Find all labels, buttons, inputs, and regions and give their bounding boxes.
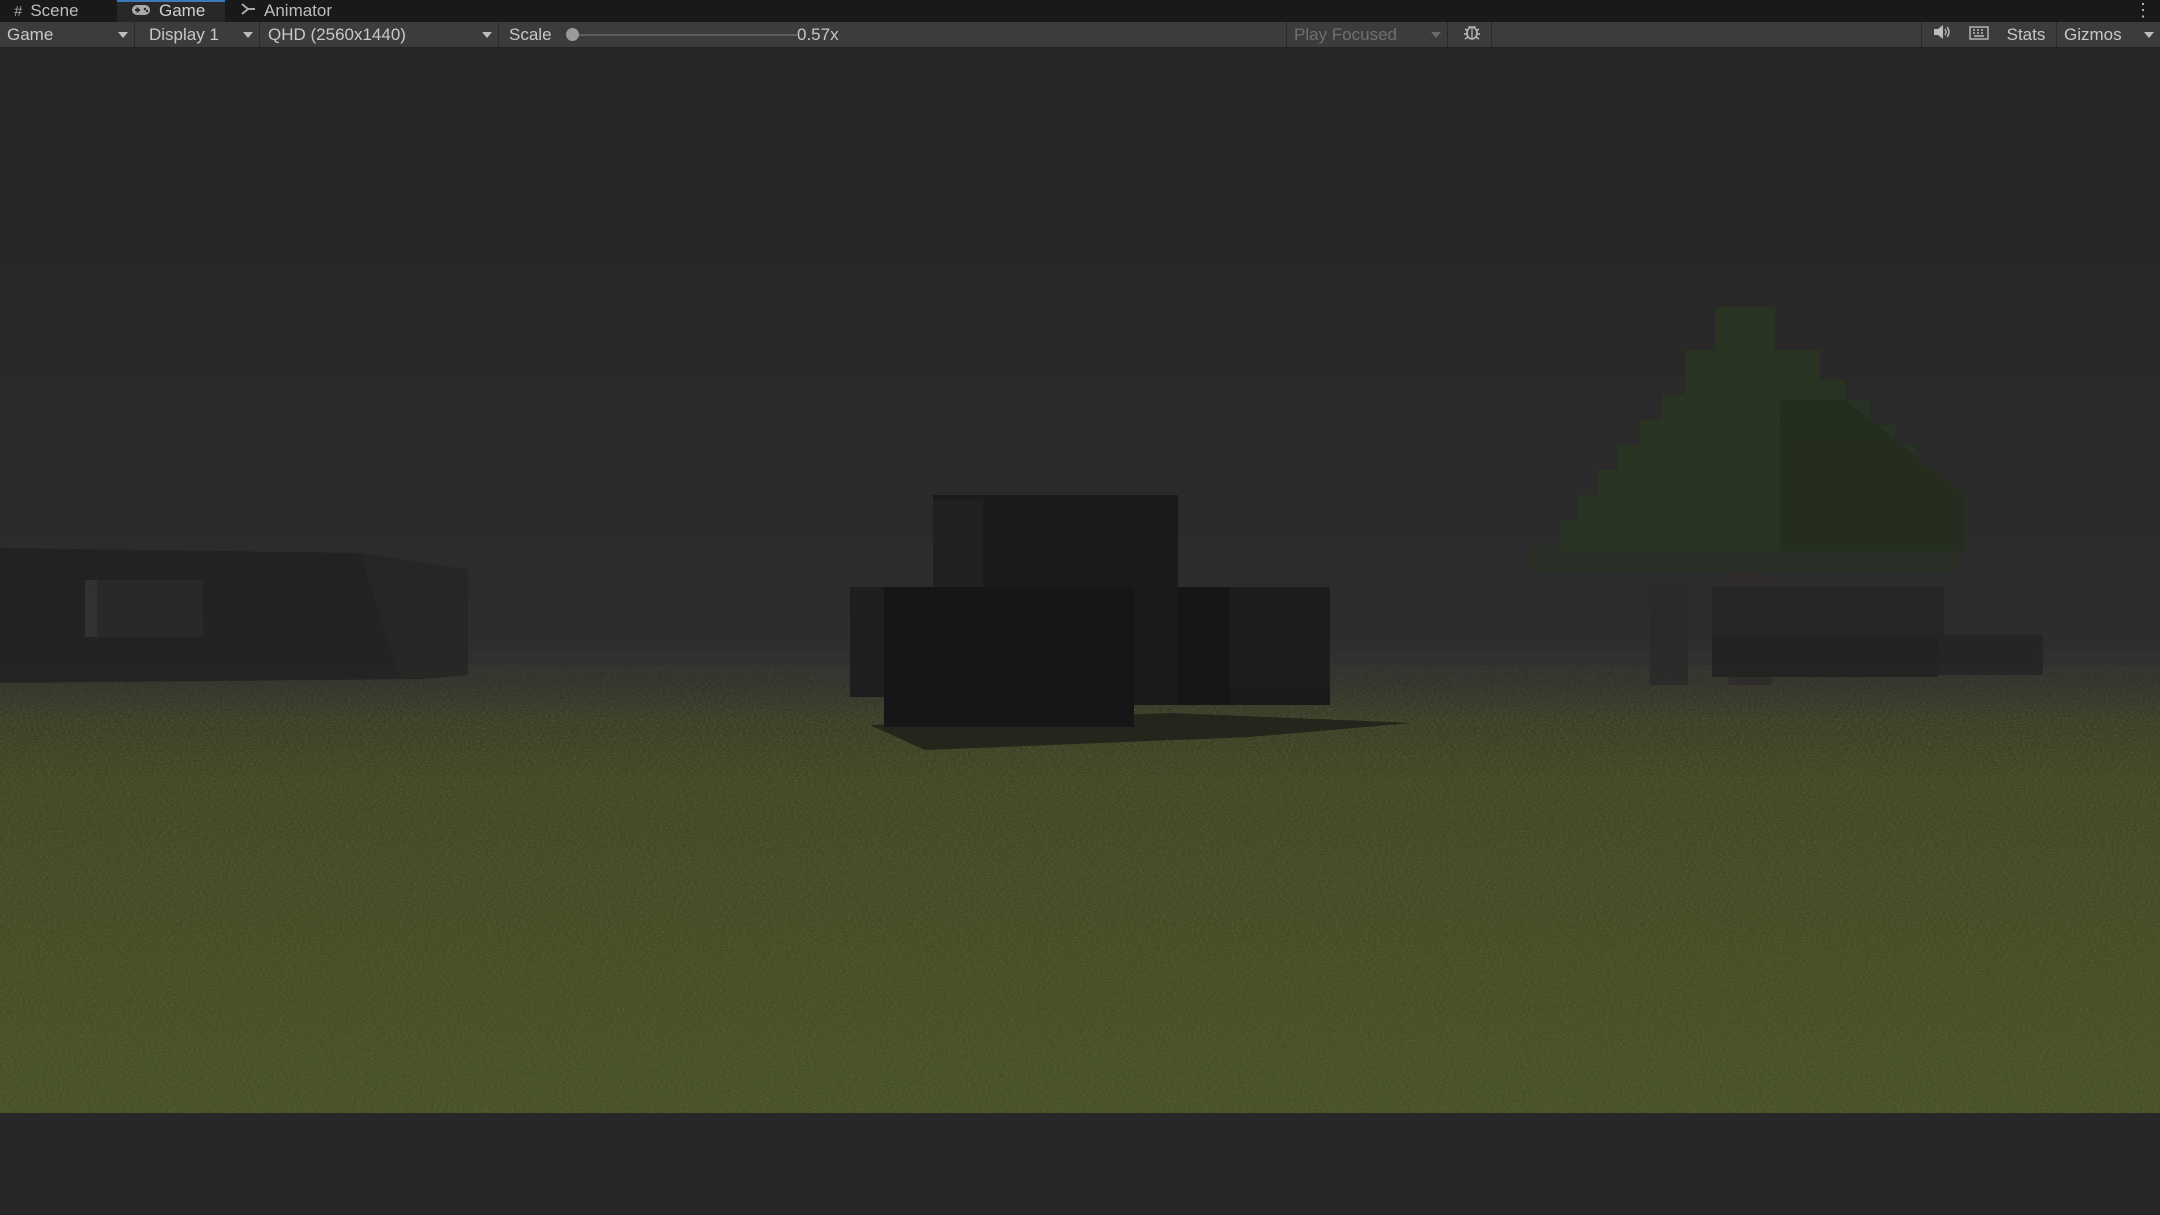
game-render (0, 145, 2160, 1113)
chevron-down-icon (243, 32, 253, 38)
tab-game[interactable]: Game (117, 0, 225, 22)
tab-animator[interactable]: Animator (226, 0, 356, 22)
gizmos-label: Gizmos (2064, 24, 2122, 44)
view-mode-value: Game (7, 24, 54, 44)
bug-icon (1462, 22, 1482, 47)
game-view-toolbar: Game Display 1 QHD (2560x1440) Scale 0.5… (0, 22, 2160, 48)
animator-icon (240, 1, 256, 21)
scale-control: Scale 0.57x (509, 22, 879, 47)
gamepad-icon (131, 1, 151, 21)
scale-value: 0.57x (797, 24, 839, 44)
editor-tab-bar: # Scene Game Animator ⋮ (0, 0, 2160, 23)
stats-button[interactable]: Stats (1998, 22, 2054, 47)
scale-label: Scale (509, 24, 552, 44)
play-mode-value: Play Focused (1294, 24, 1397, 44)
scale-slider-handle[interactable] (566, 28, 579, 41)
play-mode-dropdown[interactable]: Play Focused (1286, 22, 1448, 47)
chevron-down-icon (118, 32, 128, 38)
resolution-dropdown[interactable]: QHD (2560x1440) (261, 22, 499, 47)
keyboard-icon (1969, 25, 1989, 45)
chevron-down-icon (2144, 32, 2154, 38)
tab-game-label: Game (159, 1, 206, 20)
shortcuts-button[interactable] (1962, 22, 1996, 47)
resolution-value: QHD (2560x1440) (268, 24, 406, 44)
chevron-down-icon (1431, 32, 1441, 38)
debug-button[interactable] (1452, 22, 1492, 47)
grid-icon: # (14, 2, 23, 20)
game-viewport[interactable] (0, 48, 2160, 1215)
speaker-icon (1932, 24, 1952, 45)
gizmos-dropdown[interactable]: Gizmos (2056, 22, 2160, 47)
scale-slider-track[interactable] (573, 34, 797, 36)
more-options-icon[interactable]: ⋮ (2134, 0, 2152, 22)
mute-audio-button[interactable] (1922, 22, 1962, 47)
tab-animator-label: Animator (264, 1, 333, 20)
display-dropdown[interactable]: Display 1 (142, 22, 260, 47)
chevron-down-icon (482, 32, 492, 38)
tab-scene-label: Scene (30, 1, 79, 20)
view-mode-dropdown[interactable]: Game (0, 22, 135, 47)
tab-scene[interactable]: # Scene (0, 0, 110, 22)
display-value: Display 1 (149, 24, 219, 44)
stats-label: Stats (2006, 24, 2046, 44)
